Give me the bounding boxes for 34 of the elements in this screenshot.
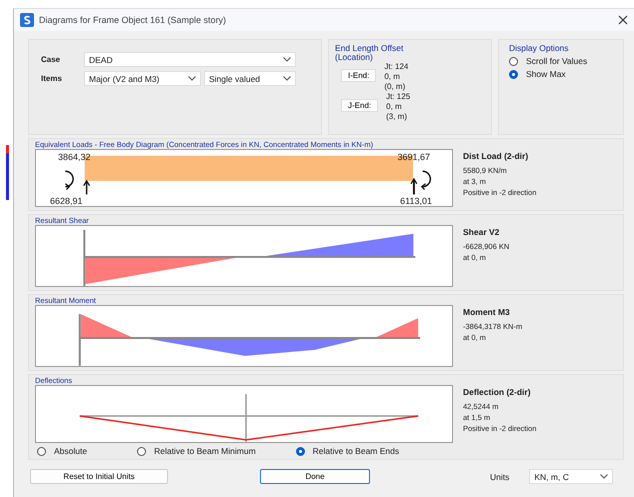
force-value: 6113,01: [400, 196, 432, 206]
radio-option[interactable]: Relative to Beam Ends: [296, 446, 400, 456]
units-label: Units: [490, 472, 510, 482]
case-dropdown[interactable]: DEAD: [84, 52, 296, 67]
radio-option[interactable]: Show Max: [509, 69, 613, 79]
radio-option[interactable]: Relative to Beam Minimum: [137, 446, 256, 456]
radio-option[interactable]: Absolute: [37, 446, 88, 456]
force-value: 6628,91: [50, 196, 83, 206]
result-heading: Dist Load (2-dir): [463, 151, 530, 161]
group-title: Display Options: [509, 43, 570, 53]
joint-label: Jt: 124: [384, 62, 408, 72]
case-label: Case: [41, 55, 62, 64]
result-heading: Deflection (2-dir): [463, 387, 532, 397]
end-button[interactable]: J-End:: [341, 99, 378, 112]
end-button[interactable]: I-End:: [341, 69, 376, 82]
location-value: (3, m): [386, 112, 408, 122]
items-label: Items: [41, 74, 63, 83]
mode-dropdown[interactable]: Single valued: [204, 71, 296, 86]
radio-option[interactable]: Scroll for Values: [509, 56, 613, 66]
window-title: Diagrams for Frame Object 161 (Sample story): [39, 15, 228, 25]
reset-units-button[interactable]: Reset to Initial Units: [30, 469, 168, 484]
result-heading: Shear V2: [463, 227, 500, 237]
done-button[interactable]: Done: [260, 469, 370, 484]
joint-label: Jt: 125: [386, 92, 410, 102]
force-value: 3691,67: [397, 152, 430, 162]
group-title: End Length Offset: [335, 43, 404, 53]
result-heading: Moment M3: [463, 307, 511, 317]
force-value: 3864,32: [58, 152, 91, 162]
offset-value: 0, m: [384, 72, 401, 82]
offset-value: 0, m: [386, 102, 403, 112]
group-subtitle: (Location): [335, 52, 373, 62]
items-dropdown[interactable]: Major (V2 and M3): [84, 71, 201, 86]
location-value: (0, m): [384, 82, 406, 92]
units-dropdown[interactable]: KN, m, C: [529, 469, 614, 484]
